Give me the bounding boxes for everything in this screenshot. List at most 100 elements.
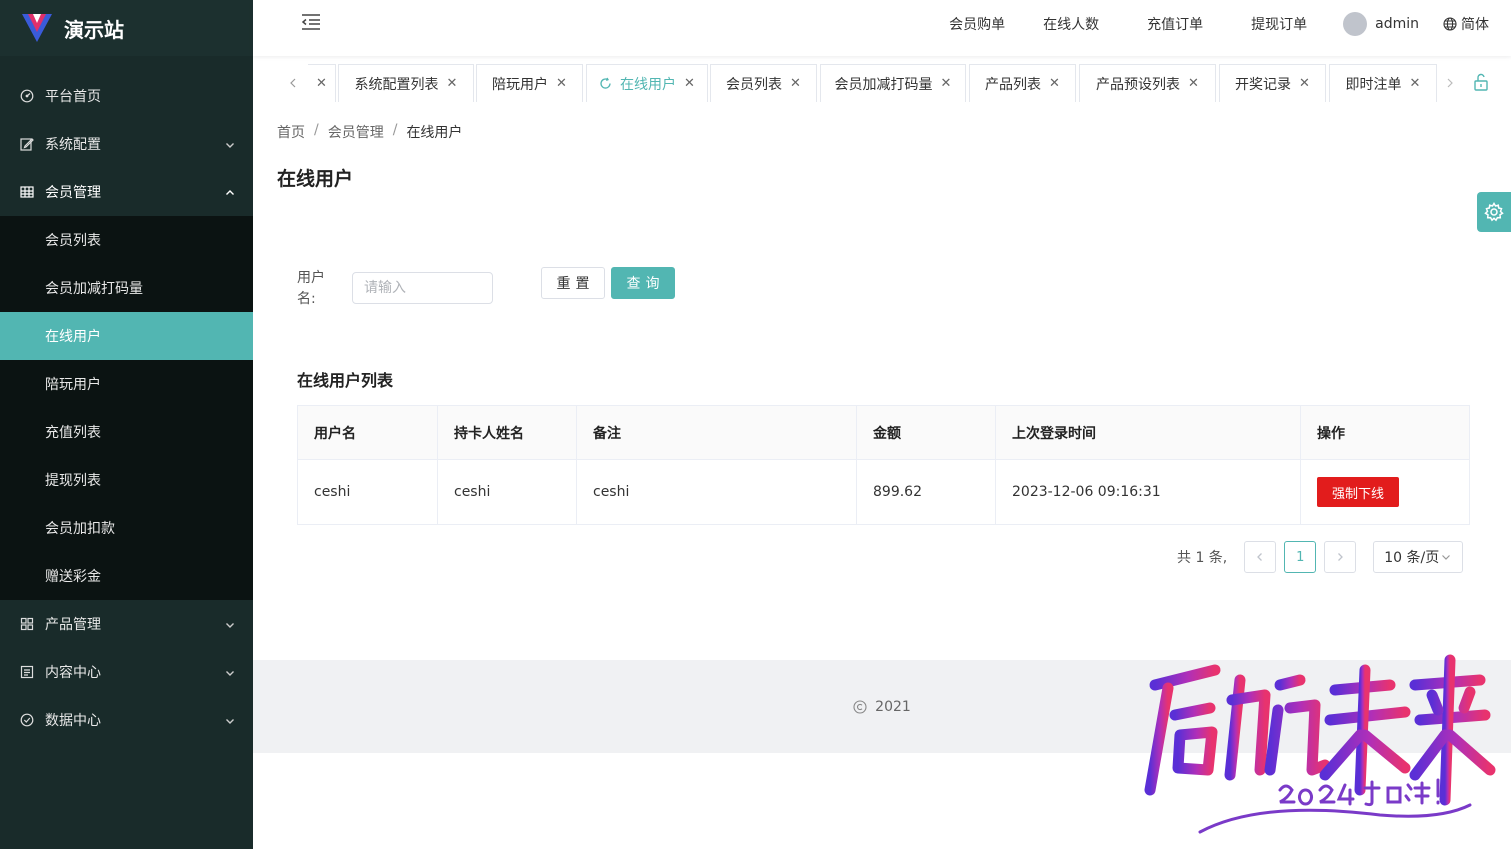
user-name[interactable]: admin bbox=[1375, 16, 1419, 32]
cell-remark: ceshi bbox=[577, 460, 857, 524]
sidebar-item-content-center[interactable]: 内容中心 bbox=[0, 648, 253, 696]
page-number-button[interactable]: 1 bbox=[1284, 541, 1317, 573]
username-label: 用户名: bbox=[297, 270, 325, 307]
sidebar-item-label: 陪玩用户 bbox=[45, 377, 101, 393]
nav-withdraw-orders[interactable]: 提现订单 bbox=[1251, 14, 1307, 34]
sidebar-item-online-users[interactable]: 在线用户 bbox=[0, 312, 253, 360]
sidebar-menu: 平台首页 系统配置 会员管理 会员列表 会员加减打码量 在线用户 陪玩用户 充值… bbox=[0, 72, 253, 744]
tab-companion-users[interactable]: 陪玩用户 ✕ bbox=[476, 64, 583, 102]
apps-icon bbox=[20, 617, 34, 631]
chevron-left-icon bbox=[1257, 553, 1263, 561]
tab-product-preset-list[interactable]: 产品预设列表 ✕ bbox=[1079, 64, 1216, 102]
tab-label: 陪玩用户 bbox=[492, 76, 549, 93]
close-icon[interactable]: ✕ bbox=[1049, 76, 1060, 91]
next-page-button[interactable] bbox=[1324, 541, 1357, 573]
close-icon[interactable]: ✕ bbox=[556, 76, 567, 91]
header-nav: 会员购单 在线人数 充值订单 提现订单 admin 简体 bbox=[949, 0, 1511, 48]
breadcrumb-separator: / bbox=[392, 122, 398, 138]
gear-icon bbox=[1484, 202, 1504, 222]
column-header-action: 操作 bbox=[1317, 425, 1345, 442]
prev-page-button[interactable] bbox=[1244, 541, 1277, 573]
grid-icon bbox=[20, 185, 34, 199]
close-icon[interactable]: ✕ bbox=[316, 76, 327, 91]
close-icon[interactable]: ✕ bbox=[684, 76, 695, 91]
refresh-icon[interactable] bbox=[599, 77, 612, 90]
breadcrumb-home[interactable]: 首页 bbox=[277, 122, 305, 142]
tab-scroll-right-icon[interactable] bbox=[1443, 76, 1457, 90]
tab-instant-bets[interactable]: 即时注单 ✕ bbox=[1329, 64, 1437, 102]
page-size-select[interactable]: 10 条/页 bbox=[1373, 541, 1464, 573]
globe-icon bbox=[1443, 17, 1457, 31]
document-icon bbox=[20, 665, 34, 679]
column-header-amount: 金额 bbox=[857, 406, 996, 459]
sidebar-item-label: 提现列表 bbox=[45, 473, 101, 489]
query-button[interactable]: 查询 bbox=[611, 267, 675, 299]
close-icon[interactable]: ✕ bbox=[1410, 76, 1421, 91]
sidebar-item-bonus-gift[interactable]: 赠送彩金 bbox=[0, 552, 253, 600]
sidebar-item-member-list[interactable]: 会员列表 bbox=[0, 216, 253, 264]
tab-member-list[interactable]: 会员列表 ✕ bbox=[710, 64, 817, 102]
member-submenu: 会员列表 会员加减打码量 在线用户 陪玩用户 充值列表 提现列表 会员加扣款 赠… bbox=[0, 216, 253, 600]
tab-member-bet-adjust[interactable]: 会员加减打码量 ✕ bbox=[820, 64, 966, 102]
close-icon[interactable]: ✕ bbox=[790, 76, 801, 91]
online-users-table: 用户名 持卡人姓名 备注 金额 上次登录时间 操作 ceshi ceshi ce… bbox=[297, 405, 1470, 525]
force-logout-button[interactable]: 强制下线 bbox=[1317, 477, 1400, 507]
logo-icon bbox=[22, 14, 52, 42]
page-size-label: 10 条/页 bbox=[1384, 550, 1440, 566]
tab-product-list[interactable]: 产品列表 ✕ bbox=[969, 64, 1076, 102]
pagination: 共 1 条, 1 10 条/页 bbox=[1177, 541, 1464, 573]
sidebar-item-system-config[interactable]: 系统配置 bbox=[0, 120, 253, 168]
menu-fold-icon[interactable] bbox=[301, 13, 321, 31]
sidebar-item-label: 会员列表 bbox=[45, 233, 101, 249]
breadcrumb-separator: / bbox=[314, 122, 319, 138]
check-circle-icon bbox=[20, 713, 34, 727]
tab-label: 会员列表 bbox=[726, 76, 783, 93]
language-label: 简体 bbox=[1461, 17, 1489, 33]
sidebar-item-product-management[interactable]: 产品管理 bbox=[0, 600, 253, 648]
settings-button[interactable] bbox=[1477, 192, 1511, 232]
dashboard-icon bbox=[20, 89, 34, 103]
tab-online-users[interactable]: 在线用户 ✕ bbox=[586, 64, 708, 102]
avatar[interactable] bbox=[1343, 12, 1368, 36]
close-icon[interactable]: ✕ bbox=[447, 76, 458, 91]
sidebar-item-recharge-list[interactable]: 充值列表 bbox=[0, 408, 253, 456]
nav-recharge-orders[interactable]: 充值订单 bbox=[1147, 14, 1203, 34]
tab-label: 产品预设列表 bbox=[1096, 76, 1181, 93]
copyright-icon bbox=[853, 699, 867, 714]
close-icon[interactable]: ✕ bbox=[941, 76, 952, 91]
top-header: 会员购单 在线人数 充值订单 提现订单 admin 简体 bbox=[253, 0, 1511, 56]
sidebar-item-label: 赠送彩金 bbox=[45, 569, 101, 585]
sidebar-item-label: 充值列表 bbox=[45, 425, 101, 441]
username-input[interactable] bbox=[352, 272, 493, 304]
nav-online-count[interactable]: 在线人数 bbox=[1043, 14, 1099, 34]
reset-button[interactable]: 重置 bbox=[541, 267, 605, 299]
tab-scroll-left-icon[interactable] bbox=[286, 76, 300, 90]
sidebar-item-data-center[interactable]: 数据中心 bbox=[0, 696, 253, 744]
sidebar-item-member-management[interactable]: 会员管理 bbox=[0, 168, 253, 216]
language-switch[interactable]: 简体 bbox=[1443, 14, 1489, 34]
breadcrumb-member-management[interactable]: 会员管理 bbox=[328, 122, 384, 142]
sidebar-item-label: 内容中心 bbox=[45, 665, 101, 681]
unlock-icon[interactable] bbox=[1473, 73, 1489, 91]
cell-card-holder: ceshi bbox=[438, 460, 577, 524]
tab-label: 会员加减打码量 bbox=[834, 76, 933, 93]
sidebar-item-withdraw-list[interactable]: 提现列表 bbox=[0, 456, 253, 504]
close-icon[interactable]: ✕ bbox=[1299, 76, 1310, 91]
sidebar-item-member-balance-adjust[interactable]: 会员加扣款 bbox=[0, 504, 253, 552]
sidebar-item-companion-users[interactable]: 陪玩用户 bbox=[0, 360, 253, 408]
close-icon[interactable]: ✕ bbox=[1188, 76, 1199, 91]
pagination-total: 共 1 条, bbox=[1177, 550, 1228, 566]
logo[interactable]: 演示站 bbox=[0, 0, 253, 56]
tab-partial[interactable]: ✕ bbox=[308, 64, 336, 102]
sidebar-item-dashboard[interactable]: 平台首页 bbox=[0, 72, 253, 120]
chevron-up-icon bbox=[225, 186, 235, 196]
nav-member-orders[interactable]: 会员购单 bbox=[949, 14, 1005, 34]
table-row: ceshi ceshi ceshi 899.62 2023-12-06 09:1… bbox=[298, 460, 1469, 524]
chevron-down-icon bbox=[225, 138, 235, 148]
tab-lottery-records[interactable]: 开奖记录 ✕ bbox=[1219, 64, 1326, 102]
sidebar-item-member-bet-adjust[interactable]: 会员加减打码量 bbox=[0, 264, 253, 312]
chevron-right-icon bbox=[1338, 553, 1344, 561]
tab-system-config-list[interactable]: 系统配置列表 ✕ bbox=[338, 64, 474, 102]
tab-label: 在线用户 bbox=[620, 76, 677, 93]
sidebar-item-label: 系统配置 bbox=[45, 137, 101, 153]
